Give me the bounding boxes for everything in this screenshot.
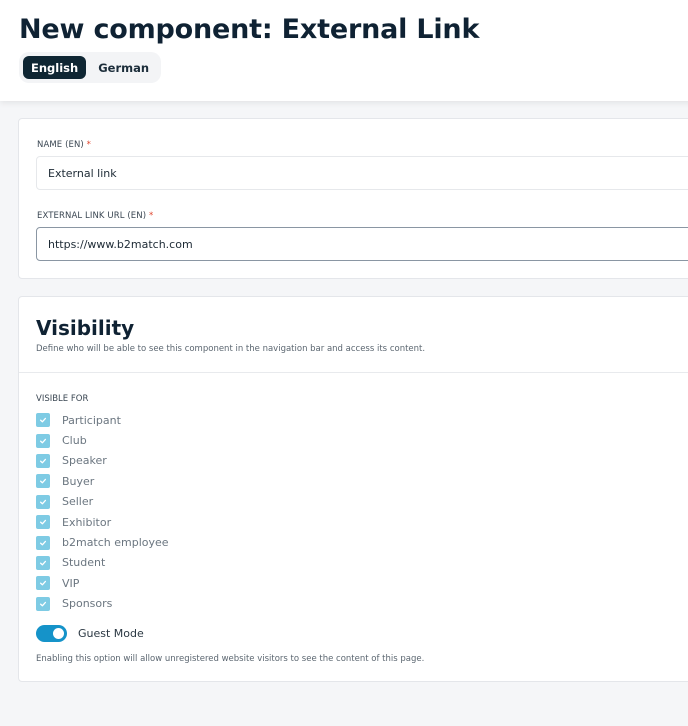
role-checkbox-exhibitor[interactable]: Exhibitor (36, 512, 169, 532)
role-checkbox-sponsors[interactable]: Sponsors (36, 594, 169, 614)
visibility-description: Define who will be able to see this comp… (36, 344, 426, 354)
visibility-card: Visibility Define who will be able to se… (18, 296, 688, 682)
visible-for-label: VISIBLE FOR (36, 394, 89, 404)
external-link-url-input[interactable]: https://www.b2match.com (36, 227, 688, 261)
divider (19, 372, 688, 373)
visibility-title: Visibility (36, 316, 135, 340)
checkbox-checked-icon[interactable] (36, 535, 50, 550)
fields-card: NAME (EN) * External link EXTERNAL LINK … (18, 118, 688, 279)
page-title: New component: External Link (19, 14, 480, 45)
role-label: b2match employee (62, 536, 169, 550)
role-label: Participant (62, 413, 121, 427)
language-tab-german[interactable]: German (90, 56, 157, 79)
url-field-label: EXTERNAL LINK URL (EN) * (37, 211, 153, 221)
name-input[interactable]: External link (36, 156, 688, 190)
role-label: Seller (62, 495, 94, 509)
page-header: New component: External Link English Ger… (0, 0, 688, 101)
role-checkbox-buyer[interactable]: Buyer (36, 471, 169, 491)
checkbox-checked-icon[interactable] (36, 474, 50, 489)
toggle-knob (53, 628, 64, 639)
role-checkbox-vip[interactable]: VIP (36, 573, 169, 593)
role-label: Student (62, 556, 106, 570)
role-label: Club (62, 434, 87, 448)
guest-mode-label: Guest Mode (78, 627, 144, 640)
role-checkbox-participant[interactable]: Participant (36, 410, 169, 430)
role-checkbox-student[interactable]: Student (36, 553, 169, 573)
role-checkbox-b2match-employee[interactable]: b2match employee (36, 532, 169, 552)
role-label: Exhibitor (62, 515, 112, 529)
checkbox-checked-icon[interactable] (36, 453, 50, 468)
checkbox-checked-icon[interactable] (36, 433, 50, 448)
url-label-text: EXTERNAL LINK URL (EN) (37, 211, 147, 221)
checkbox-checked-icon[interactable] (36, 494, 50, 509)
name-input-value: External link (48, 166, 117, 180)
name-field-label: NAME (EN) * (37, 140, 91, 150)
role-checkbox-club[interactable]: Club (36, 430, 169, 450)
role-checkbox-seller[interactable]: Seller (36, 492, 169, 512)
language-tab-english[interactable]: English (23, 56, 87, 79)
guest-mode-toggle[interactable] (36, 625, 67, 642)
language-switcher: English German (19, 52, 162, 83)
role-label: Speaker (62, 454, 107, 468)
required-marker: * (148, 211, 154, 221)
required-marker: * (86, 140, 92, 150)
role-label: VIP (62, 576, 80, 590)
guest-mode-help-text: Enabling this option will allow unregist… (36, 654, 425, 664)
role-label: Sponsors (62, 597, 113, 611)
checkbox-checked-icon[interactable] (36, 413, 50, 428)
checkbox-checked-icon[interactable] (36, 596, 50, 611)
checkbox-checked-icon[interactable] (36, 576, 50, 591)
guest-mode-row: Guest Mode (36, 625, 144, 642)
role-checkbox-list: Participant Club Speaker Buyer Seller Ex… (36, 410, 169, 614)
role-label: Buyer (62, 474, 95, 488)
checkbox-checked-icon[interactable] (36, 555, 50, 570)
role-checkbox-speaker[interactable]: Speaker (36, 451, 169, 471)
url-input-value: https://www.b2match.com (48, 237, 193, 251)
checkbox-checked-icon[interactable] (36, 515, 50, 530)
name-label-text: NAME (EN) (37, 140, 84, 150)
